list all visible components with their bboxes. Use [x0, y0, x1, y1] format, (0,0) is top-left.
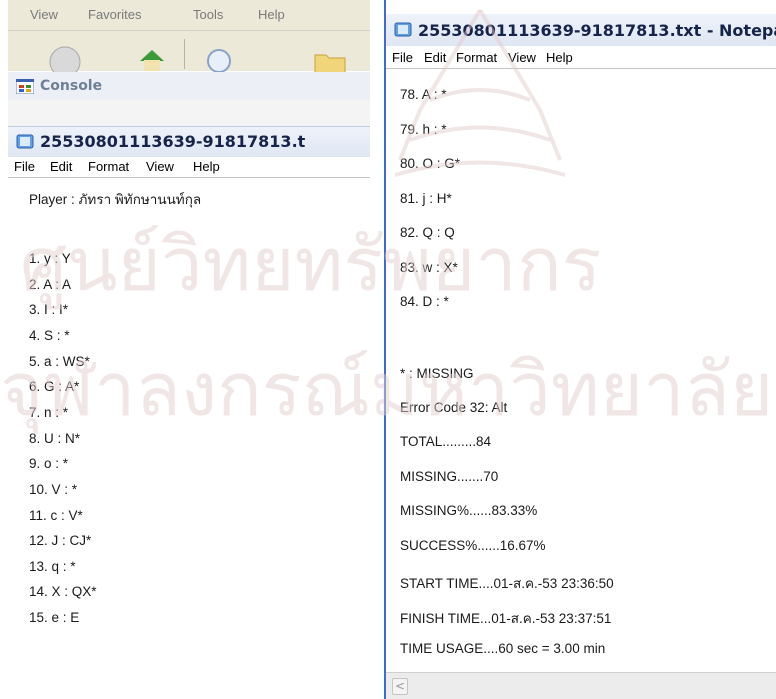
browser-toolbar [8, 30, 370, 78]
text-line: Player : ภัทรา พิทักษานนท์กุล [29, 192, 202, 207]
home-icon[interactable] [138, 47, 166, 71]
left-notepad-menubar: File Edit Format View Help [8, 157, 370, 178]
text-line: 9. o : * [29, 456, 69, 471]
text-line: Error Code 32: Alt [400, 400, 508, 415]
console-window-icon [16, 79, 34, 94]
right-notepad-title: 25530801113639-91817813.txt - Notepad [418, 21, 776, 40]
right-notepad-window: 25530801113639-91817813.txt - Notepad Fi… [384, 0, 776, 699]
left-window-stack: View Favorites Tools Help Console 255308… [8, 0, 370, 699]
text-line: 5. a : WS* [29, 354, 90, 369]
left-menu-file[interactable]: File [14, 159, 35, 174]
left-notepad-titlebar[interactable]: 25530801113639-91817813.t [8, 126, 370, 157]
console-body [8, 100, 370, 126]
text-line: 84. D : * [400, 294, 449, 309]
text-line: 6. G : A* [29, 379, 80, 394]
text-line: 8. U : N* [29, 431, 81, 446]
right-notepad-titlebar[interactable]: 25530801113639-91817813.txt - Notepad [386, 14, 776, 46]
text-line: 11. c : V* [29, 508, 83, 523]
text-line: 13. q : * [29, 559, 76, 574]
horizontal-scrollbar[interactable]: < [386, 672, 776, 699]
search-icon[interactable] [204, 47, 234, 75]
text-line: 81. j : H* [400, 191, 452, 206]
right-notepad-menubar: File Edit Format View Help [386, 48, 776, 69]
menu-tools[interactable]: Tools [193, 7, 223, 22]
right-menu-help[interactable]: Help [546, 50, 573, 65]
menu-help[interactable]: Help [258, 7, 285, 22]
right-menu-file[interactable]: File [392, 50, 413, 65]
folders-icon[interactable] [314, 51, 346, 73]
text-line: 1. y : Y [29, 251, 71, 266]
text-line: MISSING.......70 [400, 469, 499, 484]
right-menu-format[interactable]: Format [456, 50, 497, 65]
notepad-icon [16, 134, 34, 149]
text-line: START TIME....01-ส.ค.-53 23:36:50 [400, 576, 614, 591]
text-line: 82. Q : Q [400, 225, 455, 240]
text-line: 7. n : * [29, 405, 69, 420]
console-titlebar[interactable]: Console [8, 72, 370, 101]
text-line: 14. X : QX* [29, 584, 97, 599]
right-notepad-textarea[interactable]: 78. A : * 79. h : * 80. O : G* 81. j : H… [386, 70, 776, 672]
left-menu-view[interactable]: View [146, 159, 174, 174]
text-line: 15. e : E [29, 610, 80, 625]
browser-menubar: View Favorites Tools Help [8, 0, 370, 30]
text-line: SUCCESS%......16.67% [400, 538, 546, 553]
right-menu-edit[interactable]: Edit [424, 50, 446, 65]
left-menu-edit[interactable]: Edit [50, 159, 72, 174]
text-line: 12. J : CJ* [29, 533, 92, 548]
notepad-icon [394, 22, 412, 37]
text-line: 78. A : * [400, 87, 447, 102]
menu-view[interactable]: View [30, 7, 58, 22]
menu-favorites[interactable]: Favorites [88, 7, 141, 22]
left-notepad-title: 25530801113639-91817813.t [40, 132, 306, 151]
text-line: 3. I : I* [29, 302, 69, 317]
text-line: 83. w : X* [400, 260, 458, 275]
left-menu-format[interactable]: Format [88, 159, 129, 174]
scroll-left-button[interactable]: < [392, 678, 408, 695]
text-line: 4. S : * [29, 328, 70, 343]
text-line: FINISH TIME...01-ส.ค.-53 23:37:51 [400, 611, 612, 626]
text-line: TOTAL.........84 [400, 434, 492, 449]
left-menu-help[interactable]: Help [193, 159, 220, 174]
toolbar-separator [184, 39, 185, 69]
text-line: MISSING%......83.33% [400, 503, 538, 518]
left-notepad-textarea[interactable]: Player : ภัทรา พิทักษานนท์กุล 1. y : Y 2… [8, 178, 370, 699]
text-line: 80. O : G* [400, 156, 461, 171]
text-line: TIME USAGE....60 sec = 3.00 min [400, 641, 606, 656]
text-line: 2. A : A [29, 277, 72, 292]
console-title: Console [40, 78, 103, 94]
text-line: * : MISSING [400, 366, 474, 381]
right-menu-view[interactable]: View [508, 50, 536, 65]
text-line: 79. h : * [400, 122, 447, 137]
screenshot-divider [370, 0, 378, 699]
text-line: 10. V : * [29, 482, 78, 497]
